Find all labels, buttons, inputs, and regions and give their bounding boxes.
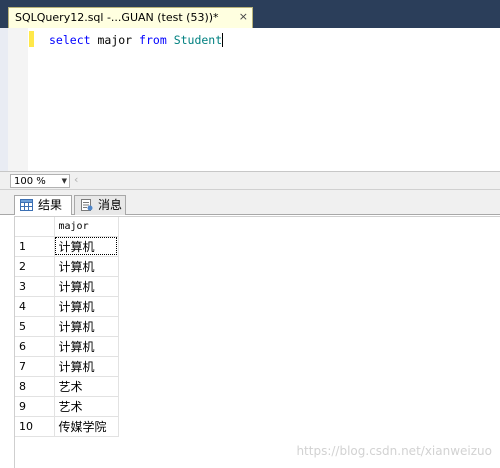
table-row[interactable]: 7 计算机 (15, 356, 119, 377)
row-number[interactable]: 5 (15, 316, 55, 337)
zoom-value: 100 % (14, 176, 46, 187)
grid-cell-major[interactable]: 计算机 (54, 336, 119, 357)
table-row[interactable]: 6 计算机 (15, 336, 119, 357)
row-number[interactable]: 6 (15, 336, 55, 357)
row-number[interactable]: 1 (15, 236, 55, 257)
grid-cell-major[interactable]: 传媒学院 (54, 416, 119, 437)
editor-left-edge (0, 28, 8, 171)
message-doc-icon (81, 199, 93, 211)
change-tracking-bar (29, 31, 34, 47)
results-tab-strip: 结果 消息 (0, 190, 500, 216)
results-grid-area: major 1 计算机 2 计算机 3 计算机 4 计算机 5 计算机 6 计算… (0, 215, 500, 468)
document-tab-strip: SQLQuery12.sql -...GUAN (test (53))* × (0, 0, 500, 28)
table-row[interactable]: 1 计算机 (15, 236, 119, 257)
chevron-left-icon[interactable]: ‹ (74, 173, 78, 187)
close-icon[interactable]: × (239, 10, 248, 24)
row-number[interactable]: 8 (15, 376, 55, 397)
zoom-bar: 100 % ▼ ‹ (0, 171, 500, 190)
editor-margin-gutter (8, 28, 28, 171)
text-caret (222, 33, 224, 47)
results-grid[interactable]: major 1 计算机 2 计算机 3 计算机 4 计算机 5 计算机 6 计算… (15, 217, 119, 437)
grid-cell-major[interactable]: 计算机 (54, 296, 119, 317)
grid-cell-major[interactable]: 计算机 (54, 236, 119, 257)
column-header-major[interactable]: major (54, 217, 119, 237)
table-row[interactable]: 9 艺术 (15, 396, 119, 417)
tab-results-label: 结果 (38, 198, 63, 212)
grid-header-row: major (15, 217, 119, 237)
column-identifier: major (97, 33, 133, 47)
row-number[interactable]: 3 (15, 276, 55, 297)
row-number[interactable]: 7 (15, 356, 55, 377)
grid-cell-major[interactable]: 计算机 (54, 276, 119, 297)
keyword-select: select (49, 33, 91, 47)
zoom-select[interactable]: 100 % ▼ (10, 174, 70, 188)
table-row[interactable]: 10 传媒学院 (15, 416, 119, 437)
table-row[interactable]: 5 计算机 (15, 316, 119, 337)
grid-cell-major[interactable]: 计算机 (54, 316, 119, 337)
keyword-from: from (139, 33, 167, 47)
document-tab-sqlquery12[interactable]: SQLQuery12.sql -...GUAN (test (53))* × (8, 7, 253, 28)
table-row[interactable]: 4 计算机 (15, 296, 119, 317)
tab-messages-label: 消息 (98, 198, 123, 212)
grid-cell-major[interactable]: 计算机 (54, 256, 119, 277)
row-number-header[interactable] (15, 217, 55, 237)
document-tab-title: SQLQuery12.sql -...GUAN (test (53))* (15, 11, 219, 24)
row-number[interactable]: 10 (15, 416, 55, 437)
table-row[interactable]: 2 计算机 (15, 256, 119, 277)
tab-results[interactable]: 结果 (14, 195, 72, 216)
table-identifier: Student (173, 33, 223, 47)
tab-messages[interactable]: 消息 (74, 195, 126, 215)
table-row[interactable]: 8 艺术 (15, 376, 119, 397)
table-row[interactable]: 3 计算机 (15, 276, 119, 297)
row-number[interactable]: 4 (15, 296, 55, 317)
grid-icon (20, 199, 33, 211)
code-line-1[interactable]: select major from Student (49, 32, 224, 48)
chevron-down-icon[interactable]: ▼ (62, 175, 67, 188)
query-editor[interactable]: select major from Student (0, 28, 500, 171)
row-number[interactable]: 2 (15, 256, 55, 277)
row-number[interactable]: 9 (15, 396, 55, 417)
watermark: https://blog.csdn.net/xianweizuo (296, 444, 492, 458)
grid-cell-major[interactable]: 计算机 (54, 356, 119, 377)
grid-cell-major[interactable]: 艺术 (54, 396, 119, 417)
grid-cell-major[interactable]: 艺术 (54, 376, 119, 397)
